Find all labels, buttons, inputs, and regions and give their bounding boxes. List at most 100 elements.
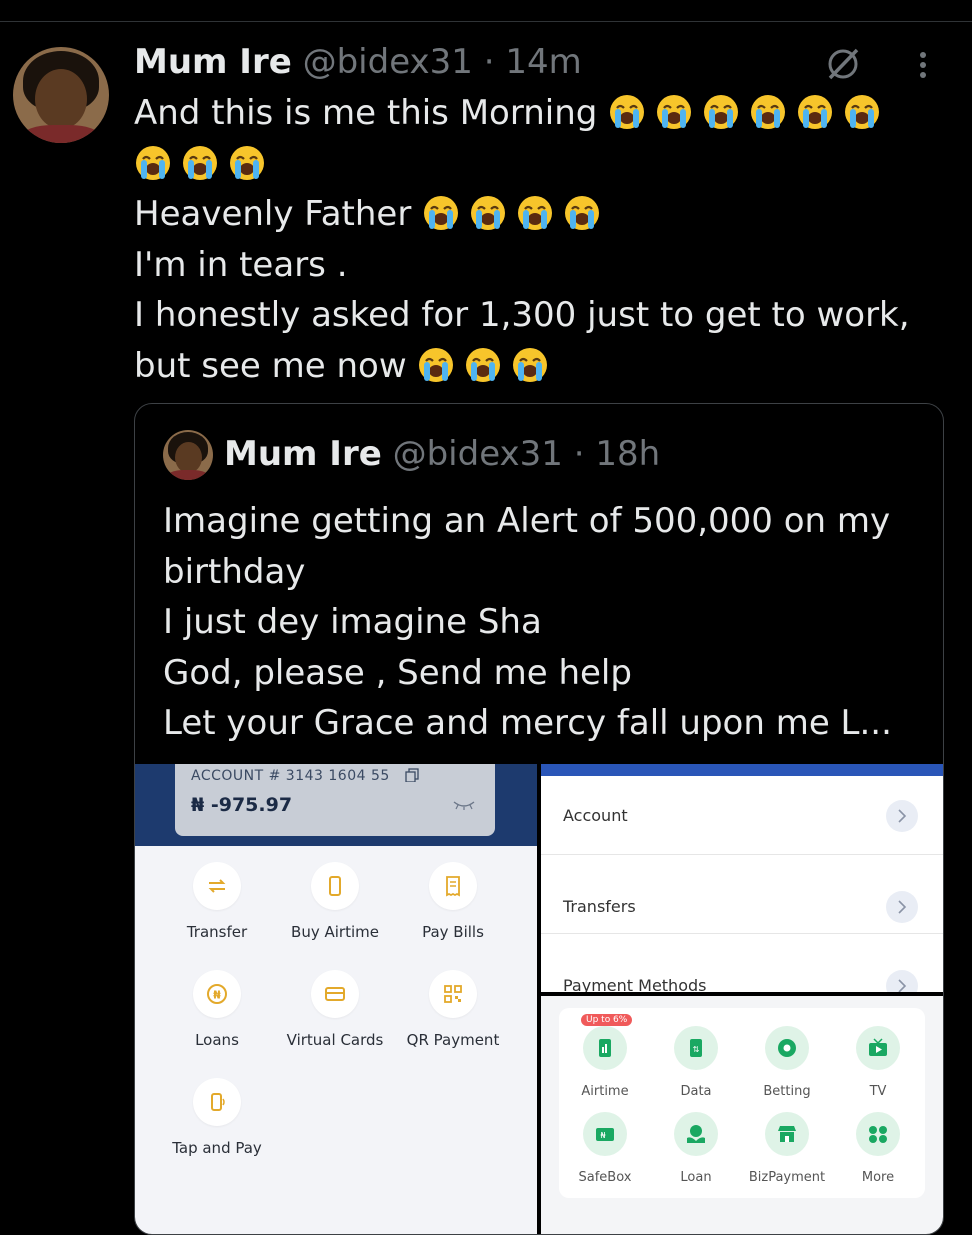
quoted-header: Mum Ire @bidex31 · 18h (224, 434, 660, 474)
bizpayment-icon (765, 1112, 809, 1156)
services-screenshot: Up to 6% Airtime ⇅ Data Betting TV ₦ SafeBox Loa… (541, 996, 943, 1234)
betting-icon (765, 1026, 809, 1070)
crying-face-emoji-icon (655, 93, 693, 131)
bank-action-label: Transfer (186, 923, 248, 941)
bank-app-screenshot: ACCOUNT # 3143 1604 55 ₦ -975.97 Transfe… (135, 764, 537, 1234)
bank-action-loans[interactable]: ₦ Loans (157, 970, 277, 1049)
crying-face-emoji-icon (511, 346, 549, 384)
more-icon (856, 1112, 900, 1156)
chevron-right-icon (886, 800, 918, 832)
crying-face-emoji-icon (181, 144, 219, 182)
service-airtime[interactable]: Up to 6% Airtime (559, 1014, 651, 1099)
svg-text:₦: ₦ (600, 1131, 605, 1140)
service-label: Betting (763, 1084, 811, 1099)
crying-face-emoji-icon (417, 346, 455, 384)
service-label: TV (869, 1084, 887, 1099)
svg-text:⇅: ⇅ (693, 1045, 700, 1054)
menu-item-label: Payment Methods (563, 976, 707, 992)
bank-action-label: Virtual Cards (286, 1031, 384, 1049)
author-avatar[interactable] (13, 47, 109, 143)
tweet-line (134, 139, 934, 190)
crying-face-emoji-icon (563, 194, 601, 232)
crying-face-emoji-icon (749, 93, 787, 131)
quoted-text: Imagine getting an Alert of 500,000 on m… (163, 496, 892, 749)
crying-face-emoji-icon (464, 346, 502, 384)
qr-code-icon (429, 970, 477, 1018)
service-label: More (861, 1170, 895, 1185)
quoted-tweet[interactable]: Mum Ire @bidex31 · 18h Imagine getting a… (134, 403, 944, 1235)
quoted-line: Imagine getting an Alert of 500,000 on m… (163, 501, 891, 541)
service-label: Data (680, 1084, 712, 1099)
menu-item-payment-methods[interactable]: Payment Methods (541, 934, 943, 992)
service-loan[interactable]: Loan (650, 1112, 742, 1185)
tweet-line: I'm in tears . (134, 240, 934, 291)
bank-action-label: Buy Airtime (291, 923, 379, 941)
grok-icon[interactable] (824, 45, 862, 83)
bank-action-buy-airtime[interactable]: Buy Airtime (275, 862, 395, 941)
service-more[interactable]: More (832, 1112, 924, 1185)
tweet-line-text: I'm in tears . (134, 244, 348, 285)
bank-action-transfer[interactable]: Transfer (157, 862, 277, 941)
bank-action-label: Tap and Pay (172, 1139, 262, 1157)
service-label: BizPayment (748, 1170, 826, 1185)
quoted-time: · 18h (573, 434, 661, 474)
bank-action-virtual-cards[interactable]: Virtual Cards (275, 970, 395, 1049)
naira-icon: ₦ (193, 970, 241, 1018)
bank-action-tap-and-pay[interactable]: Tap and Pay (157, 1078, 277, 1157)
quoted-author-handle: @bidex31 (392, 434, 563, 474)
menu-item-label: Account (563, 806, 628, 825)
transfer-icon (193, 862, 241, 910)
tweet-line: I honestly asked for 1,300 just to get t… (134, 290, 934, 341)
menu-item-account[interactable]: Account (541, 776, 943, 855)
tweet-text: And this is me this Morning Heavenly Fat… (134, 88, 934, 391)
quoted-author-name: Mum Ire (224, 434, 382, 474)
bank-action-qr-payment[interactable]: QR Payment (393, 970, 513, 1049)
service-tv[interactable]: TV (832, 1026, 924, 1099)
quoted-author-avatar[interactable] (163, 430, 213, 480)
services-card: Up to 6% Airtime ⇅ Data Betting TV ₦ SafeBox Loa… (559, 1008, 925, 1198)
tweet-line-text: Heavenly Father (134, 194, 423, 234)
service-bizpayment[interactable]: BizPayment (741, 1112, 833, 1185)
tap-pay-icon (193, 1078, 241, 1126)
chevron-right-icon (886, 891, 918, 923)
service-data[interactable]: ⇅ Data (650, 1026, 742, 1099)
crying-face-emoji-icon (702, 93, 740, 131)
author-handle[interactable]: @bidex31 (303, 42, 473, 82)
tweet-line-text: but see me now (134, 345, 418, 386)
crying-face-emoji-icon (422, 194, 460, 232)
tweet-line: And this is me this Morning (134, 88, 934, 139)
service-safebox[interactable]: ₦ SafeBox (559, 1112, 651, 1185)
chevron-right-icon (886, 970, 918, 992)
bank-action-label: Pay Bills (422, 923, 484, 941)
account-menu-screenshot: Account Transfers Payment Methods (541, 764, 943, 992)
author-name[interactable]: Mum Ire (134, 42, 292, 82)
receipt-icon (429, 862, 477, 910)
crying-face-emoji-icon (469, 194, 507, 232)
crying-face-emoji-icon (608, 93, 646, 131)
promo-badge: Up to 6% (581, 1014, 633, 1026)
tweet-line-text: And this is me this Morning (134, 93, 609, 133)
tweet-line: but see me now (134, 341, 934, 392)
account-number: ACCOUNT # 3143 1604 55 (191, 768, 390, 784)
crying-face-emoji-icon (516, 194, 554, 232)
tweet-time[interactable]: · 14m (484, 42, 582, 82)
crying-face-emoji-icon (843, 93, 881, 131)
service-label: Loan (680, 1170, 712, 1185)
hide-balance-icon[interactable] (453, 800, 475, 810)
loan-icon (674, 1112, 718, 1156)
account-card: ACCOUNT # 3143 1604 55 ₦ -975.97 (175, 764, 495, 836)
crying-face-emoji-icon (796, 93, 834, 131)
tweet-header: Mum Ire @bidex31 · 14m (134, 42, 582, 82)
tweet-line-text: I honestly asked for 1,300 just to get t… (134, 295, 910, 335)
more-options-icon[interactable] (910, 50, 936, 80)
crying-face-emoji-icon (228, 144, 266, 182)
quoted-line: birthday (163, 551, 306, 592)
menu-item-label: Transfers (563, 897, 636, 916)
service-betting[interactable]: Betting (741, 1026, 833, 1099)
menu-item-transfers[interactable]: Transfers (541, 855, 943, 934)
data-icon: ⇅ (674, 1026, 718, 1070)
airtime-icon: Up to 6% (581, 1014, 633, 1070)
bank-action-label: Loans (195, 1031, 239, 1049)
bank-action-pay-bills[interactable]: Pay Bills (393, 862, 513, 941)
quoted-line: Let your Grace and mercy fall upon me L.… (163, 703, 892, 743)
